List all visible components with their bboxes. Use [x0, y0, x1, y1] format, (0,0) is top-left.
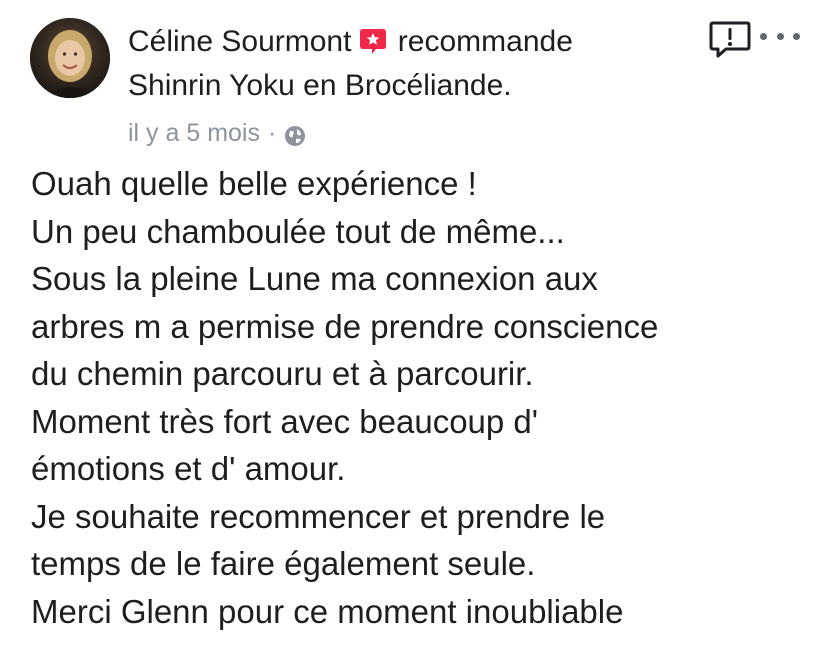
- body-line: temps de le faire également seule.: [31, 545, 536, 582]
- body-line: arbres m a permise de prendre conscience: [31, 307, 659, 345]
- post-meta: il y a 5 mois ·: [128, 116, 306, 150]
- body-line: Un peu chamboulée tout de même...: [31, 212, 565, 250]
- body-line: Sous la pleine Lune ma connexion aux: [31, 260, 598, 297]
- meta-separator: ·: [267, 119, 277, 147]
- avatar[interactable]: [30, 18, 110, 98]
- dot: [776, 32, 784, 40]
- body-line: du chemin parcouru et à parcourir.: [31, 355, 534, 392]
- recommend-star-icon: [359, 24, 387, 54]
- dot: [760, 32, 767, 40]
- body-line: Moment très fort avec beaucoup d': [31, 402, 539, 440]
- page-name[interactable]: Shinrin Yoku en Brocéliande.: [128, 69, 512, 102]
- body-line: Je souhaite recommencer et prendre le: [31, 497, 606, 535]
- report-exclamation-icon[interactable]: [708, 20, 752, 60]
- timestamp[interactable]: il y a 5 mois: [128, 116, 260, 150]
- globe-icon: [284, 122, 306, 146]
- body-line: Merci Glenn pour ce moment inoubliable: [31, 592, 624, 630]
- author-name[interactable]: Céline Sourmont: [128, 25, 351, 58]
- post-body: Ouah quelle belle expérience ! Un peu ch…: [31, 160, 811, 635]
- dot: [793, 32, 800, 40]
- recommend-action: recommande: [397, 25, 573, 58]
- more-dots-icon[interactable]: [760, 26, 800, 46]
- avatar-image: [30, 18, 110, 98]
- body-line: Ouah quelle belle expérience !: [31, 165, 477, 202]
- post-header: Céline Sourmont recommande Shinrin Yoku …: [128, 20, 688, 108]
- review-post: Céline Sourmont recommande Shinrin Yoku …: [0, 0, 828, 650]
- body-line: émotions et d' amour.: [31, 450, 346, 487]
